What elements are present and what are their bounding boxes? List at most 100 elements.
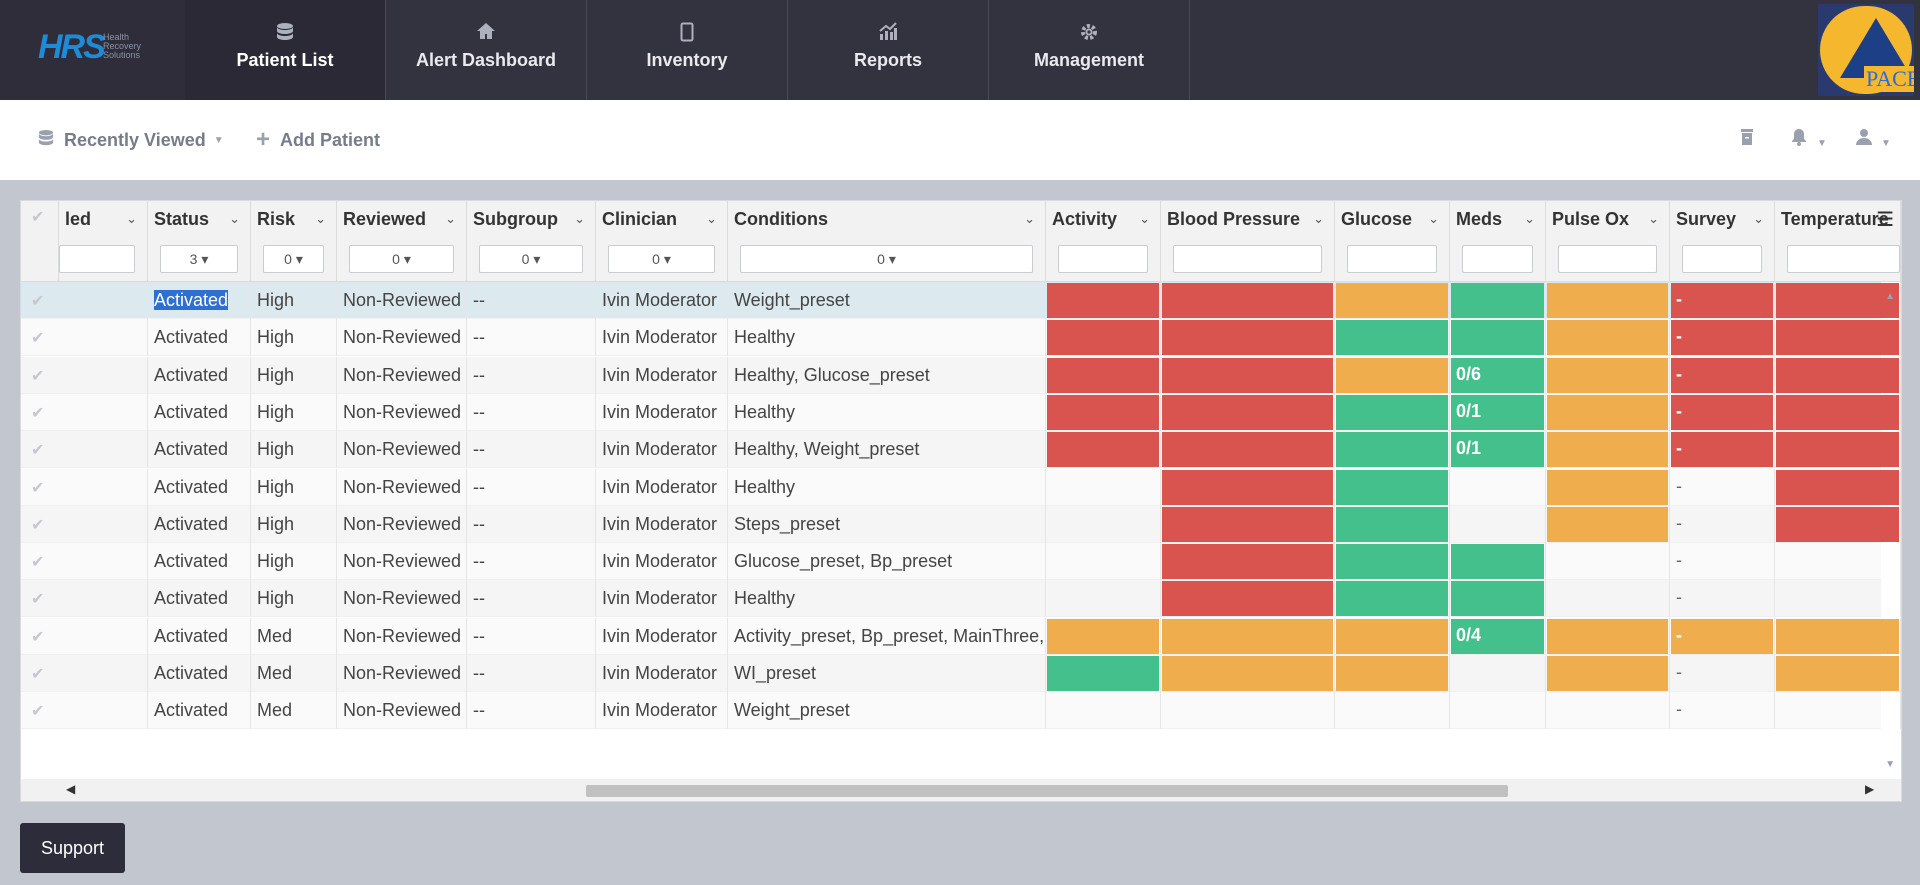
archive-icon[interactable] xyxy=(1740,128,1754,151)
notifications-dropdown[interactable]: ▼ xyxy=(1790,128,1827,151)
cell-risk[interactable]: High xyxy=(251,393,337,431)
cell-reviewed[interactable]: Non-Reviewed xyxy=(337,431,467,469)
row-checkbox[interactable]: ✔ xyxy=(21,469,59,506)
chevron-down-icon[interactable]: ⌄ xyxy=(1753,211,1764,227)
cell-glucose-status[interactable] xyxy=(1335,319,1450,357)
filter-select[interactable]: 0 ▾ xyxy=(263,245,324,273)
scroll-right-arrow[interactable]: ▶ xyxy=(1865,782,1874,796)
chevron-down-icon[interactable]: ⌄ xyxy=(1428,211,1439,227)
cell-temp-status[interactable] xyxy=(1775,431,1901,469)
filter-input[interactable] xyxy=(1173,245,1322,273)
cell-risk[interactable]: High xyxy=(251,543,337,581)
cell-clinician[interactable]: Ivin Moderator xyxy=(596,356,728,394)
nav-tab-patient-list[interactable]: Patient List xyxy=(185,0,386,100)
cell-temp-status[interactable] xyxy=(1775,356,1901,394)
cell-clinician[interactable]: Ivin Moderator xyxy=(596,580,728,618)
cell-bp-status[interactable] xyxy=(1161,468,1335,506)
cell-pulse-status[interactable] xyxy=(1546,543,1670,581)
table-row[interactable]: ✔ Activated Med Non-Reviewed -- Ivin Moderato… xyxy=(21,617,1901,655)
cell-conditions[interactable]: Activity_preset, Bp_preset, MainThree, xyxy=(728,617,1046,655)
cell-meds-status[interactable] xyxy=(1450,468,1546,506)
cell-activity-status[interactable] xyxy=(1046,692,1161,730)
cell-reviewed[interactable]: Non-Reviewed xyxy=(337,319,467,357)
cell-led[interactable] xyxy=(59,393,148,431)
cell-conditions[interactable]: Healthy, Glucose_preset xyxy=(728,356,1046,394)
cell-pulse-status[interactable] xyxy=(1546,282,1670,319)
chevron-down-icon[interactable]: ⌄ xyxy=(574,211,585,227)
cell-survey-status[interactable]: - xyxy=(1670,468,1775,506)
row-checkbox[interactable]: ✔ xyxy=(21,319,59,356)
cell-meds-status[interactable] xyxy=(1450,580,1546,618)
row-checkbox[interactable]: ✔ xyxy=(21,543,59,580)
cell-survey-status[interactable]: - xyxy=(1670,431,1775,469)
row-checkbox[interactable]: ✔ xyxy=(21,357,59,394)
row-checkbox[interactable]: ✔ xyxy=(21,618,59,655)
cell-risk[interactable]: Med xyxy=(251,617,337,655)
chevron-down-icon[interactable]: ⌄ xyxy=(229,211,240,227)
cell-glucose-status[interactable] xyxy=(1335,580,1450,618)
cell-conditions[interactable]: Healthy xyxy=(728,319,1046,357)
cell-meds-status[interactable]: 0/1 xyxy=(1450,431,1546,469)
cell-meds-status[interactable] xyxy=(1450,282,1546,319)
cell-conditions[interactable]: WI_preset xyxy=(728,655,1046,692)
cell-glucose-status[interactable] xyxy=(1335,393,1450,431)
cell-glucose-status[interactable] xyxy=(1335,505,1450,543)
cell-survey-status[interactable]: - xyxy=(1670,543,1775,581)
chevron-down-icon[interactable]: ⌄ xyxy=(315,211,326,227)
cell-subgroup[interactable]: -- xyxy=(467,692,596,730)
cell-survey-status[interactable]: - xyxy=(1670,617,1775,655)
cell-conditions[interactable]: Steps_preset xyxy=(728,505,1046,543)
cell-activity-status[interactable] xyxy=(1046,617,1161,655)
cell-risk[interactable]: Med xyxy=(251,655,337,692)
cell-survey-status[interactable]: - xyxy=(1670,692,1775,730)
cell-conditions[interactable]: Healthy xyxy=(728,580,1046,618)
cell-subgroup[interactable]: -- xyxy=(467,580,596,618)
cell-risk[interactable]: High xyxy=(251,505,337,543)
chevron-down-icon[interactable]: ⌄ xyxy=(126,211,137,227)
table-row[interactable]: ✔ Activated High Non-Reviewed -- Ivin Moderat… xyxy=(21,505,1901,543)
table-row[interactable]: ✔ Activated Med Non-Reviewed -- Ivin Moderato… xyxy=(21,692,1901,730)
table-row[interactable]: ✔ Activated Med Non-Reviewed -- Ivin Moderato… xyxy=(21,655,1901,692)
cell-clinician[interactable]: Ivin Moderator xyxy=(596,431,728,469)
cell-reviewed[interactable]: Non-Reviewed xyxy=(337,655,467,692)
table-row[interactable]: ✔ Activated High Non-Reviewed -- Ivin Moderat… xyxy=(21,282,1901,319)
cell-pulse-status[interactable] xyxy=(1546,393,1670,431)
cell-glucose-status[interactable] xyxy=(1335,468,1450,506)
cell-survey-status[interactable]: - xyxy=(1670,319,1775,357)
cell-survey-status[interactable]: - xyxy=(1670,393,1775,431)
nav-tab-inventory[interactable]: Inventory xyxy=(587,0,788,100)
cell-bp-status[interactable] xyxy=(1161,356,1335,394)
cell-led[interactable] xyxy=(59,468,148,506)
support-button[interactable]: Support xyxy=(20,823,125,873)
chevron-down-icon[interactable]: ⌄ xyxy=(1313,211,1324,227)
hrs-logo[interactable]: HRS Health Recovery Solutions xyxy=(0,0,186,100)
cell-conditions[interactable]: Healthy xyxy=(728,393,1046,431)
filter-select[interactable]: 0 ▾ xyxy=(479,245,583,273)
column-header-status[interactable]: Status ⌄ 3 ▾ xyxy=(148,201,251,281)
cell-reviewed[interactable]: Non-Reviewed xyxy=(337,356,467,394)
cell-temp-status[interactable] xyxy=(1775,655,1901,692)
scroll-left-arrow[interactable]: ◀ xyxy=(66,782,75,796)
cell-led[interactable] xyxy=(59,282,148,319)
column-header-activity[interactable]: Activity ⌄ xyxy=(1046,201,1161,281)
cell-glucose-status[interactable] xyxy=(1335,356,1450,394)
cell-reviewed[interactable]: Non-Reviewed xyxy=(337,617,467,655)
cell-pulse-status[interactable] xyxy=(1546,356,1670,394)
add-patient-button[interactable]: + Add Patient xyxy=(256,126,380,154)
cell-status[interactable]: Activated xyxy=(148,282,251,319)
cell-survey-status[interactable]: - xyxy=(1670,580,1775,618)
column-header-led[interactable]: led ⌄ xyxy=(59,201,148,281)
row-checkbox[interactable]: ✔ xyxy=(21,282,59,319)
cell-clinician[interactable]: Ivin Moderator xyxy=(596,468,728,506)
cell-status[interactable]: Activated xyxy=(148,505,251,543)
chevron-down-icon[interactable]: ⌄ xyxy=(445,211,456,227)
row-checkbox[interactable]: ✔ xyxy=(21,580,59,617)
cell-led[interactable] xyxy=(59,617,148,655)
cell-status[interactable]: Activated xyxy=(148,319,251,357)
cell-status[interactable]: Activated xyxy=(148,356,251,394)
column-header-conditions[interactable]: Conditions ⌄ 0 ▾ xyxy=(728,201,1046,281)
cell-activity-status[interactable] xyxy=(1046,356,1161,394)
cell-meds-status[interactable]: 0/6 xyxy=(1450,356,1546,394)
chevron-down-icon[interactable]: ⌄ xyxy=(1024,211,1035,227)
cell-subgroup[interactable]: -- xyxy=(467,543,596,581)
